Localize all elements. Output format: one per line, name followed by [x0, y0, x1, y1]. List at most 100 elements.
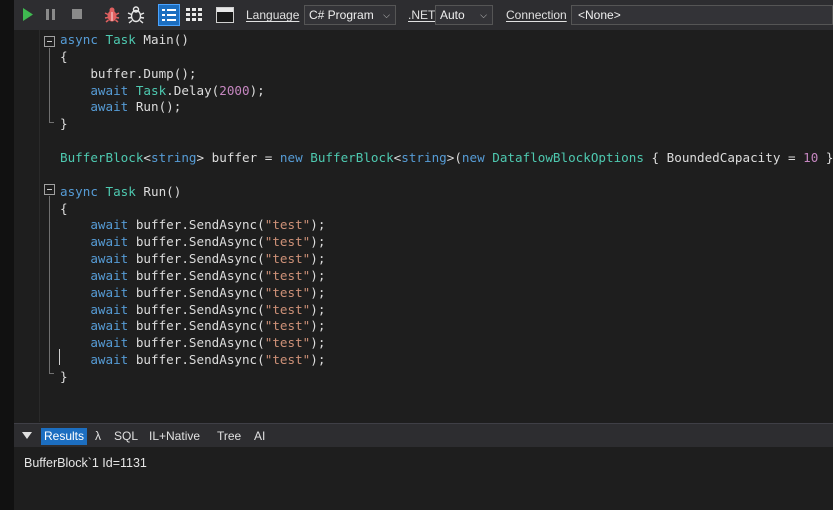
- tab-il-native[interactable]: IL+Native: [146, 428, 203, 445]
- language-select[interactable]: C# Program ⌵: [304, 5, 396, 25]
- code-token: );: [310, 318, 326, 334]
- code-token: {: [60, 200, 68, 216]
- panel-toggle-icon[interactable]: [216, 7, 234, 23]
- code-token: Run();: [135, 99, 182, 115]
- connection-select-value: <None>: [578, 8, 621, 22]
- code-line: async Task Run(): [60, 183, 181, 200]
- code-token: buffer.SendAsync(: [135, 335, 265, 351]
- code-token: >(: [446, 149, 462, 165]
- code-token: { BoundedCapacity =: [643, 149, 804, 165]
- tab-ai[interactable]: AI: [251, 428, 268, 445]
- code-token: Main(): [143, 32, 189, 47]
- code-token: "test": [264, 217, 311, 233]
- tab-lambda[interactable]: λ: [92, 428, 104, 445]
- bug-step-icon[interactable]: [126, 5, 146, 25]
- code-token: new: [461, 149, 493, 165]
- code-token: {: [60, 48, 68, 64]
- code-token: await: [60, 335, 136, 351]
- tab-sql[interactable]: SQL: [111, 428, 141, 445]
- chevron-down-icon: ⌵: [383, 10, 390, 20]
- connection-select[interactable]: <None>: [571, 5, 833, 25]
- output-text: BufferBlock`1 Id=1131: [24, 456, 147, 470]
- code-token: await: [60, 82, 136, 98]
- dotnet-select[interactable]: Auto ⌵: [435, 5, 493, 25]
- connection-label: Connection: [506, 8, 567, 22]
- code-token: new: [279, 149, 311, 165]
- code-token: buffer.Dump();: [60, 65, 197, 81]
- code-token: );: [310, 335, 326, 351]
- code-token: "test": [264, 318, 311, 334]
- code-token: buffer.SendAsync(: [135, 267, 265, 283]
- code-token: buffer.SendAsync(: [135, 301, 265, 317]
- code-token: );: [310, 234, 326, 250]
- code-token: Task: [105, 32, 144, 47]
- code-token: BufferBlock: [60, 149, 144, 165]
- code-token: "test": [264, 284, 311, 300]
- fold-guide-end: [49, 122, 54, 123]
- code-token: );: [310, 217, 326, 233]
- code-line: await buffer.SendAsync("test");: [60, 250, 325, 267]
- grid-table-icon[interactable]: [186, 8, 202, 21]
- code-token: "test": [264, 352, 311, 368]
- code-token: );: [310, 284, 326, 300]
- fold-collapse-icon[interactable]: [44, 36, 55, 47]
- toolbar: Language C# Program ⌵ .NET Auto ⌵ Connec…: [14, 0, 833, 30]
- code-token: await: [60, 284, 136, 300]
- code-token: }: [60, 369, 68, 384]
- code-token: await: [60, 234, 136, 250]
- stop-icon[interactable]: [72, 9, 83, 20]
- code-token: await: [60, 301, 136, 317]
- dotnet-select-value: Auto: [440, 8, 465, 22]
- code-line: async Task Main(): [60, 31, 189, 48]
- code-editor[interactable]: async Task Main(){ buffer.Dump(); await …: [14, 30, 833, 422]
- code-line: await buffer.SendAsync("test");: [60, 301, 325, 318]
- code-token: buffer.SendAsync(: [135, 234, 265, 250]
- code-token: .Delay(: [166, 82, 220, 98]
- code-token: await: [60, 251, 136, 267]
- code-token: await: [60, 352, 136, 368]
- left-edge-strip: [0, 0, 14, 510]
- grid-list-icon[interactable]: [158, 4, 180, 26]
- code-line: {: [60, 48, 68, 65]
- code-token: buffer.SendAsync(: [135, 352, 265, 368]
- code-line: }: [60, 368, 68, 385]
- code-line: await buffer.SendAsync("test");: [60, 284, 325, 301]
- code-token: async: [60, 32, 106, 47]
- code-token: );: [310, 251, 326, 267]
- pause-icon[interactable]: [46, 9, 56, 20]
- collapse-triangle-icon[interactable]: [22, 432, 32, 439]
- code-token: string: [151, 149, 197, 165]
- fold-collapse-icon[interactable]: [44, 184, 55, 195]
- tab-tree[interactable]: Tree: [214, 428, 244, 445]
- chevron-down-icon: ⌵: [480, 10, 487, 20]
- code-token: }: [60, 116, 68, 132]
- code-line: await buffer.SendAsync("test");: [60, 317, 325, 334]
- code-token: buffer.SendAsync(: [135, 318, 265, 334]
- code-line: await buffer.SendAsync("test");: [60, 216, 325, 233]
- code-area[interactable]: async Task Main(){ buffer.Dump(); await …: [14, 30, 833, 422]
- code-token: );: [310, 267, 326, 283]
- code-line: await Run();: [60, 98, 181, 115]
- code-token: > buffer =: [196, 149, 280, 165]
- dotnet-label: .NET: [408, 8, 436, 22]
- code-token: async: [60, 183, 106, 199]
- code-token: await: [60, 99, 136, 115]
- code-line: await buffer.SendAsync("test");: [60, 351, 325, 368]
- code-token: "test": [264, 234, 311, 250]
- code-token: "test": [264, 301, 311, 317]
- code-token: await: [60, 318, 136, 334]
- code-line: buffer.Dump();: [60, 65, 196, 82]
- tab-results[interactable]: Results: [41, 428, 88, 445]
- run-icon[interactable]: [22, 7, 34, 22]
- code-token: Run(): [143, 183, 182, 199]
- results-tabbar: Results λ SQL IL+Native Tree AI: [14, 423, 833, 447]
- bug-icon[interactable]: [103, 6, 121, 24]
- code-token: <: [143, 149, 151, 165]
- code-token: buffer.SendAsync(: [135, 251, 265, 267]
- code-token: "test": [264, 251, 311, 267]
- code-line: }: [60, 115, 68, 132]
- code-line: await buffer.SendAsync("test");: [60, 334, 325, 351]
- code-token: await: [60, 267, 136, 283]
- fold-guide: [49, 48, 50, 122]
- code-token: BufferBlock: [310, 149, 394, 165]
